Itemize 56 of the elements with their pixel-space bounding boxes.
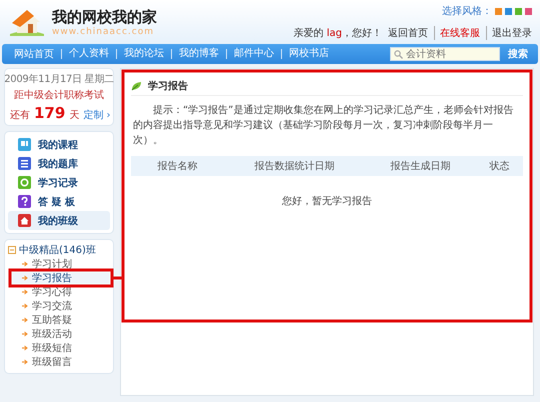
search-field[interactable]: 会计资料 bbox=[390, 47, 500, 61]
question-icon bbox=[18, 195, 31, 208]
arrow-icon bbox=[22, 345, 28, 351]
house-icon bbox=[18, 214, 31, 227]
style-swatch[interactable] bbox=[505, 8, 512, 14]
column-header: 报告数据统计日期 bbox=[253, 160, 336, 173]
tree-item[interactable]: 学习交流 bbox=[8, 299, 110, 313]
arrow-icon bbox=[22, 317, 28, 323]
days-unit: 天 bbox=[69, 109, 80, 122]
header-link[interactable]: 返回首页 bbox=[388, 26, 428, 40]
menu-item[interactable]: 我的课程 bbox=[8, 135, 110, 154]
connector-line bbox=[114, 276, 122, 280]
date-text: 2009年11月17日 星期二 bbox=[4, 72, 114, 86]
tree-item[interactable]: 班级留言 bbox=[8, 355, 110, 369]
list-icon bbox=[18, 157, 31, 170]
collapse-icon[interactable] bbox=[8, 246, 16, 254]
column-header: 状态 bbox=[488, 160, 511, 173]
ring-icon bbox=[18, 176, 31, 189]
house-logo-icon bbox=[10, 8, 44, 36]
menu-item[interactable]: 学习记录 bbox=[8, 173, 110, 192]
customize-link[interactable]: 定制 › bbox=[83, 108, 110, 122]
style-label: 选择风格： bbox=[442, 4, 492, 18]
menu-item[interactable]: 我的班级 bbox=[8, 211, 110, 230]
arrow-icon bbox=[22, 261, 28, 267]
tree-item[interactable]: 互助答疑 bbox=[8, 313, 110, 327]
arrow-icon bbox=[22, 359, 28, 365]
arrow-icon bbox=[22, 303, 28, 309]
empty-message: 您好，暂无学习报告 bbox=[281, 194, 373, 209]
style-swatch[interactable] bbox=[515, 8, 522, 14]
style-swatch[interactable] bbox=[525, 8, 532, 14]
days-count: 179 bbox=[34, 104, 66, 122]
style-swatch[interactable] bbox=[495, 8, 502, 14]
exam-title: 距中级会计职称考试 bbox=[14, 88, 104, 102]
tree-item[interactable]: 学习报告 bbox=[8, 271, 110, 285]
greeting-text: 亲爱的 lag，您好！ bbox=[294, 26, 382, 40]
tree-item[interactable]: 班级短信 bbox=[8, 341, 110, 355]
site-url: www.chinaacc.com bbox=[52, 26, 155, 36]
column-header: 报告生成日期 bbox=[389, 160, 452, 173]
site-title: 我的网校我的家 bbox=[52, 8, 157, 26]
countdown-prefix: 还有 bbox=[10, 109, 30, 122]
book-icon bbox=[18, 138, 31, 151]
panel-title: 学习报告 bbox=[148, 80, 188, 93]
tree-item[interactable]: 班级活动 bbox=[8, 327, 110, 341]
leaf-icon bbox=[131, 81, 143, 91]
header-link[interactable]: 在线客服 bbox=[434, 26, 480, 40]
hint-text: 提示：“学习报告”是通过定期收集您在网上的学习记录汇总产生，老师会针对报告的内容提出指导意见和学习建议（基础学习阶段每月一次，复习冲刺阶段每半月一次）。 bbox=[132, 104, 514, 148]
class-name[interactable]: 中级精品(146)班 bbox=[19, 243, 96, 257]
menu-item[interactable]: 答 疑 板 bbox=[8, 192, 110, 211]
arrow-icon bbox=[22, 331, 28, 337]
search-icon bbox=[394, 50, 403, 59]
arrow-icon bbox=[22, 289, 28, 295]
arrow-icon bbox=[22, 275, 28, 281]
header-link[interactable]: 退出登录 bbox=[486, 26, 532, 40]
menu-item[interactable]: 我的题库 bbox=[8, 154, 110, 173]
tree-item[interactable]: 学习计划 bbox=[8, 257, 110, 271]
column-header: 报告名称 bbox=[156, 160, 199, 173]
